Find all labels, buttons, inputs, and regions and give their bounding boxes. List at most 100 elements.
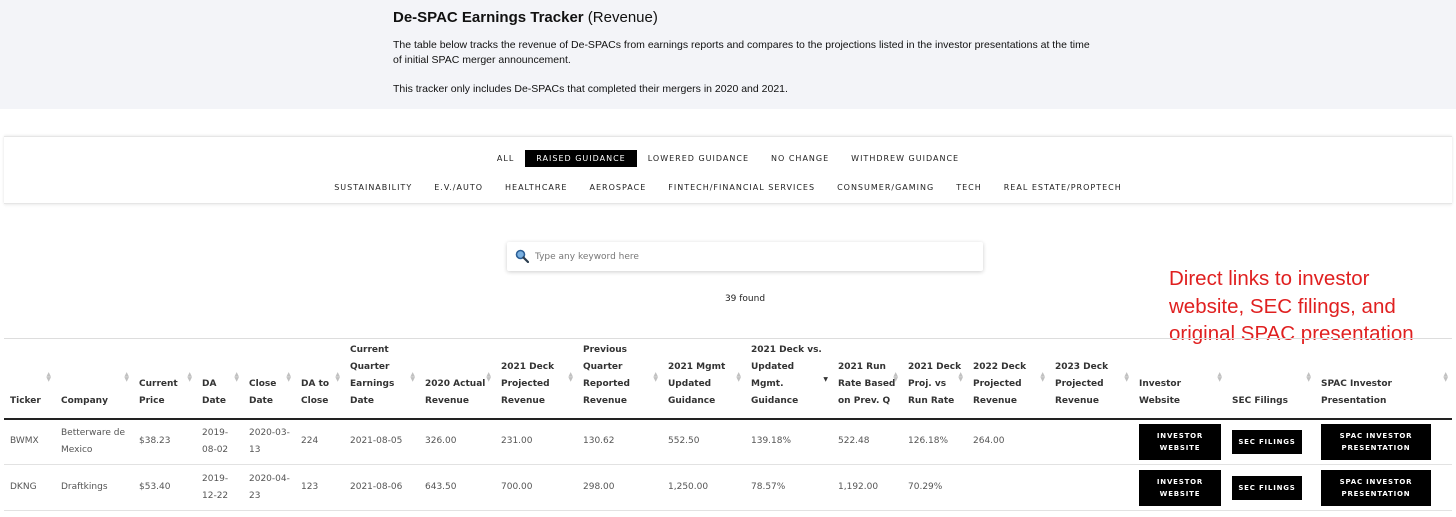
cell-2022-deck: 264.00: [967, 418, 1049, 465]
sort-icon: ▲ ▼: [1217, 371, 1222, 383]
cell-deck-vs-run-rate: 126.18%: [902, 418, 967, 465]
cell-2021-deck: 231.00: [495, 418, 577, 465]
col-investor-website[interactable]: Investor Website ▲ ▼: [1133, 338, 1226, 420]
col-spac-presentation[interactable]: SPAC Investor Presentation ▲ ▼: [1315, 338, 1452, 420]
sort-icon: ▲ ▼: [893, 371, 898, 383]
investor-website-button[interactable]: INVESTOR WEBSITE: [1139, 469, 1221, 506]
sort-icon: ▲ ▼: [1040, 371, 1045, 383]
col-prev-quarter-revenue[interactable]: Previous Quarter Reported Revenue ▲ ▼: [577, 338, 662, 420]
filter-sustainability[interactable]: SUSTAINABILITY: [323, 179, 423, 196]
col-2021-mgmt-guidance[interactable]: 2021 Mgmt Updated Guidance ▲ ▼: [662, 338, 745, 420]
cell-run-rate: 1,192.00: [832, 464, 902, 511]
page-title: De-SPAC Earnings Tracker (Revenue): [393, 9, 658, 26]
filter-healthcare[interactable]: HEALTHCARE: [494, 179, 578, 196]
spac-presentation-button[interactable]: SPAC INVESTOR PRESENTATION: [1321, 423, 1431, 460]
filter-aerospace[interactable]: AEROSPACE: [579, 179, 658, 196]
sort-icon: ▲ ▼: [1443, 371, 1448, 383]
filter-bar: ALL RAISED GUIDANCE LOWERED GUIDANCE NO …: [4, 136, 1452, 204]
cell-mgmt-guidance: 552.50: [662, 418, 745, 465]
sort-icon: ▲ ▼: [958, 371, 963, 383]
cell-earnings-date: 2021-08-05: [344, 418, 419, 465]
table-header-row: Ticker ▲ ▼ Company ▲ ▼ Current Price ▲ ▼ DA Da…: [4, 338, 1452, 420]
cell-spac-presentation: SPAC INVESTOR PRESENTATION: [1315, 464, 1452, 511]
sector-filter-row: SUSTAINABILITY E.V./AUTO HEALTHCARE AERO…: [4, 179, 1452, 196]
col-deck-vs-guidance[interactable]: 2021 Deck vs. Updated Mgmt. Guidance ▼: [745, 338, 832, 420]
sort-icon: ▲ ▼: [286, 371, 291, 383]
filter-all[interactable]: ALL: [486, 150, 525, 167]
sec-filings-button[interactable]: SEC FILINGS: [1232, 475, 1302, 500]
filter-raised-guidance[interactable]: RAISED GUIDANCE: [525, 150, 637, 167]
cell-close-date: 2020-04-23: [243, 464, 295, 511]
cell-2023-deck: [1049, 464, 1133, 511]
col-2020-actual-revenue[interactable]: 2020 Actual Revenue ▲ ▼: [419, 338, 495, 420]
table-row: BWMX Betterware de Mexico $38.23 2019-08…: [4, 418, 1452, 465]
cell-da-to-close: 123: [295, 464, 344, 511]
cell-sec-filings: SEC FILINGS: [1226, 464, 1315, 511]
filter-fintech[interactable]: FINTECH/FINANCIAL SERVICES: [657, 179, 826, 196]
sort-icon: ▲ ▼: [568, 371, 573, 383]
cell-2022-deck: [967, 464, 1049, 511]
spac-presentation-button[interactable]: SPAC INVESTOR PRESENTATION: [1321, 469, 1431, 506]
investor-website-button[interactable]: INVESTOR WEBSITE: [1139, 423, 1221, 460]
cell-2021-deck: 700.00: [495, 464, 577, 511]
sort-icon: ▲ ▼: [1306, 371, 1311, 383]
col-earnings-date[interactable]: Current Quarter Earnings Date ▲ ▼: [344, 338, 419, 420]
search-icon: [515, 249, 529, 263]
filter-tech[interactable]: TECH: [945, 179, 993, 196]
earnings-table: Ticker ▲ ▼ Company ▲ ▼ Current Price ▲ ▼ DA Da…: [4, 338, 1452, 511]
filter-consumer-gaming[interactable]: CONSUMER/GAMING: [826, 179, 945, 196]
cell-2020-actual: 326.00: [419, 418, 495, 465]
filter-no-change[interactable]: NO CHANGE: [760, 150, 840, 167]
cell-current-price: $38.23: [133, 418, 196, 465]
table-row: DKNG Draftkings $53.40 2019-12-22 2020-0…: [4, 464, 1452, 511]
sort-icon: ▲ ▼: [234, 371, 239, 383]
col-company[interactable]: Company ▲ ▼: [55, 338, 133, 420]
col-sec-filings[interactable]: SEC Filings ▲ ▼: [1226, 338, 1315, 420]
sec-filings-button[interactable]: SEC FILINGS: [1232, 429, 1302, 454]
col-da-date[interactable]: DA Date ▲ ▼: [196, 338, 243, 420]
sort-icon: ▲ ▼: [335, 371, 340, 383]
col-2021-run-rate[interactable]: 2021 Run Rate Based on Prev. Q ▲ ▼: [832, 338, 902, 420]
cell-2023-deck: [1049, 418, 1133, 465]
sort-icon: ▲ ▼: [410, 371, 415, 383]
intro-section: De-SPAC Earnings Tracker (Revenue) The t…: [0, 0, 1456, 109]
filter-lowered-guidance[interactable]: LOWERED GUIDANCE: [637, 150, 760, 167]
cell-company: Draftkings: [55, 464, 133, 511]
col-da-to-close[interactable]: DA to Close ▲ ▼: [295, 338, 344, 420]
sort-icon: ▲ ▼: [124, 371, 129, 383]
cell-company: Betterware de Mexico: [55, 418, 133, 465]
cell-da-date: 2019-12-22: [196, 464, 243, 511]
col-close-date[interactable]: Close Date ▲ ▼: [243, 338, 295, 420]
cell-deck-vs-guidance: 139.18%: [745, 418, 832, 465]
col-deck-vs-run-rate[interactable]: 2021 Deck Proj. vs Run Rate ▲ ▼: [902, 338, 967, 420]
cell-prev-quarter: 130.62: [577, 418, 662, 465]
page-title-suffix: (Revenue): [583, 9, 658, 26]
cell-earnings-date: 2021-08-06: [344, 464, 419, 511]
col-2022-deck-projected[interactable]: 2022 Deck Projected Revenue ▲ ▼: [967, 338, 1049, 420]
intro-description: The table below tracks the revenue of De…: [393, 39, 1090, 66]
filter-withdrew-guidance[interactable]: WITHDREW GUIDANCE: [840, 150, 970, 167]
col-2021-deck-projected[interactable]: 2021 Deck Projected Revenue ▲ ▼: [495, 338, 577, 420]
cell-sec-filings: SEC FILINGS: [1226, 418, 1315, 465]
cell-deck-vs-run-rate: 70.29%: [902, 464, 967, 511]
col-2023-deck-projected[interactable]: 2023 Deck Projected Revenue ▲ ▼: [1049, 338, 1133, 420]
cell-investor-website: INVESTOR WEBSITE: [1133, 418, 1226, 465]
cell-mgmt-guidance: 1,250.00: [662, 464, 745, 511]
cell-close-date: 2020-03-13: [243, 418, 295, 465]
col-current-price[interactable]: Current Price ▲ ▼: [133, 338, 196, 420]
search-input[interactable]: [535, 246, 975, 267]
cell-deck-vs-guidance: 78.57%: [745, 464, 832, 511]
cell-ticker: BWMX: [4, 418, 55, 465]
cell-ticker: DKNG: [4, 464, 55, 511]
guidance-filter-row: ALL RAISED GUIDANCE LOWERED GUIDANCE NO …: [4, 150, 1452, 167]
filter-real-estate[interactable]: REAL ESTATE/PROPTECH: [993, 179, 1133, 196]
cell-spac-presentation: SPAC INVESTOR PRESENTATION: [1315, 418, 1452, 465]
cell-2020-actual: 643.50: [419, 464, 495, 511]
sort-icon: ▲ ▼: [736, 371, 741, 383]
cell-current-price: $53.40: [133, 464, 196, 511]
page-title-bold: De-SPAC Earnings Tracker: [393, 9, 584, 26]
filter-ev-auto[interactable]: E.V./AUTO: [423, 179, 494, 196]
sort-icon: ▲ ▼: [46, 371, 51, 383]
col-ticker[interactable]: Ticker ▲ ▼: [4, 338, 55, 420]
sort-icon: ▲ ▼: [486, 371, 491, 383]
